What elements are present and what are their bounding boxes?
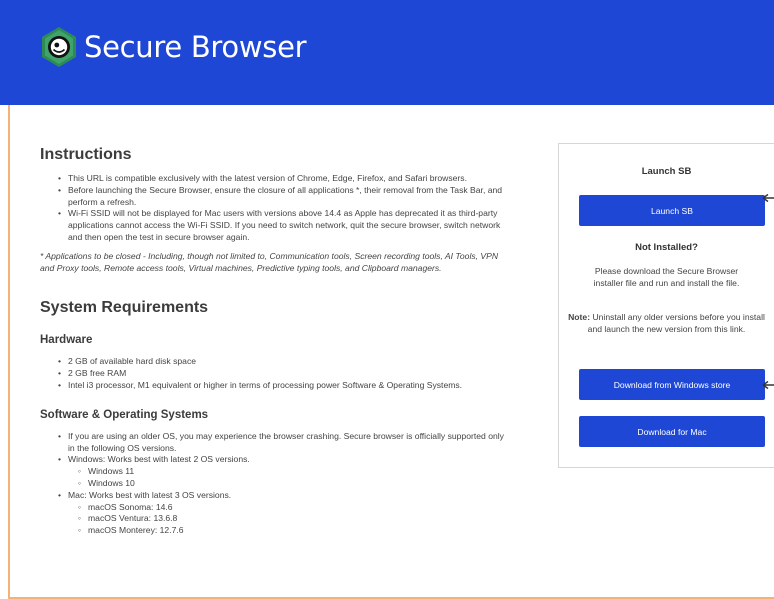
list-item: macOS Monterey: 12.7.6 <box>78 525 510 537</box>
launch-sb-button[interactable]: Launch SB <box>579 195 765 226</box>
software-heading: Software & Operating Systems <box>40 408 209 421</box>
download-mac-button[interactable]: Download for Mac <box>579 416 765 447</box>
note-label: Note: <box>568 312 591 322</box>
uninstall-note: Note: Uninstall any older versions befor… <box>559 312 774 336</box>
list-item: Windows: Works best with latest 2 OS ver… <box>58 454 510 489</box>
list-item: 2 GB free RAM <box>58 368 510 380</box>
secure-browser-logo-icon <box>42 27 76 67</box>
not-installed-title: Not Installed? <box>635 242 698 253</box>
mac-versions-list: macOS Sonoma: 14.6 macOS Ventura: 13.6.8… <box>78 502 510 537</box>
list-item: Before launching the Secure Browser, ens… <box>58 185 510 209</box>
note-text: Uninstall any older versions before you … <box>587 312 765 334</box>
hardware-list: 2 GB of available hard disk space 2 GB f… <box>58 356 510 391</box>
list-item: macOS Sonoma: 14.6 <box>78 502 510 514</box>
mac-label: Mac: Works best with latest 3 OS version… <box>68 489 232 500</box>
list-item: Wi-Fi SSID will not be displayed for Mac… <box>58 208 510 243</box>
instructions-heading: Instructions <box>40 146 132 163</box>
applications-note: * Applications to be closed - Including,… <box>40 250 499 273</box>
download-instructions: Please download the Secure Browser insta… <box>593 266 740 288</box>
list-item: If you are using an older OS, you may ex… <box>58 431 510 455</box>
pointer-arrow-icon <box>762 193 774 203</box>
list-item: Mac: Works best with latest 3 OS version… <box>58 490 510 537</box>
brand-title: Secure Browser <box>84 30 307 64</box>
list-item: This URL is compatible exclusively with … <box>58 173 510 185</box>
main-content: Instructions This URL is compatible excl… <box>40 146 510 537</box>
windows-versions-list: Windows 11 Windows 10 <box>78 466 510 490</box>
windows-label: Windows: Works best with latest 2 OS ver… <box>68 454 250 465</box>
download-windows-button[interactable]: Download from Windows store <box>579 369 765 400</box>
launch-title: Launch SB <box>641 166 692 177</box>
list-item: Windows 10 <box>78 478 510 490</box>
instructions-list: This URL is compatible exclusively with … <box>58 173 510 244</box>
pointer-arrow-icon <box>762 380 774 390</box>
list-item: Intel i3 processor, M1 equivalent or hig… <box>58 380 510 392</box>
software-list: If you are using an older OS, you may ex… <box>58 431 510 537</box>
list-item: macOS Ventura: 13.6.8 <box>78 513 510 525</box>
header-bar: Secure Browser <box>0 0 774 105</box>
list-item: Windows 11 <box>78 466 510 478</box>
hardware-heading: Hardware <box>40 334 93 347</box>
system-requirements-heading: System Requirements <box>40 299 209 317</box>
launch-panel: Launch SB Launch SB Not Installed? Pleas… <box>558 143 774 468</box>
brand-logo: Secure Browser <box>40 26 307 68</box>
list-item: 2 GB of available hard disk space <box>58 356 510 368</box>
